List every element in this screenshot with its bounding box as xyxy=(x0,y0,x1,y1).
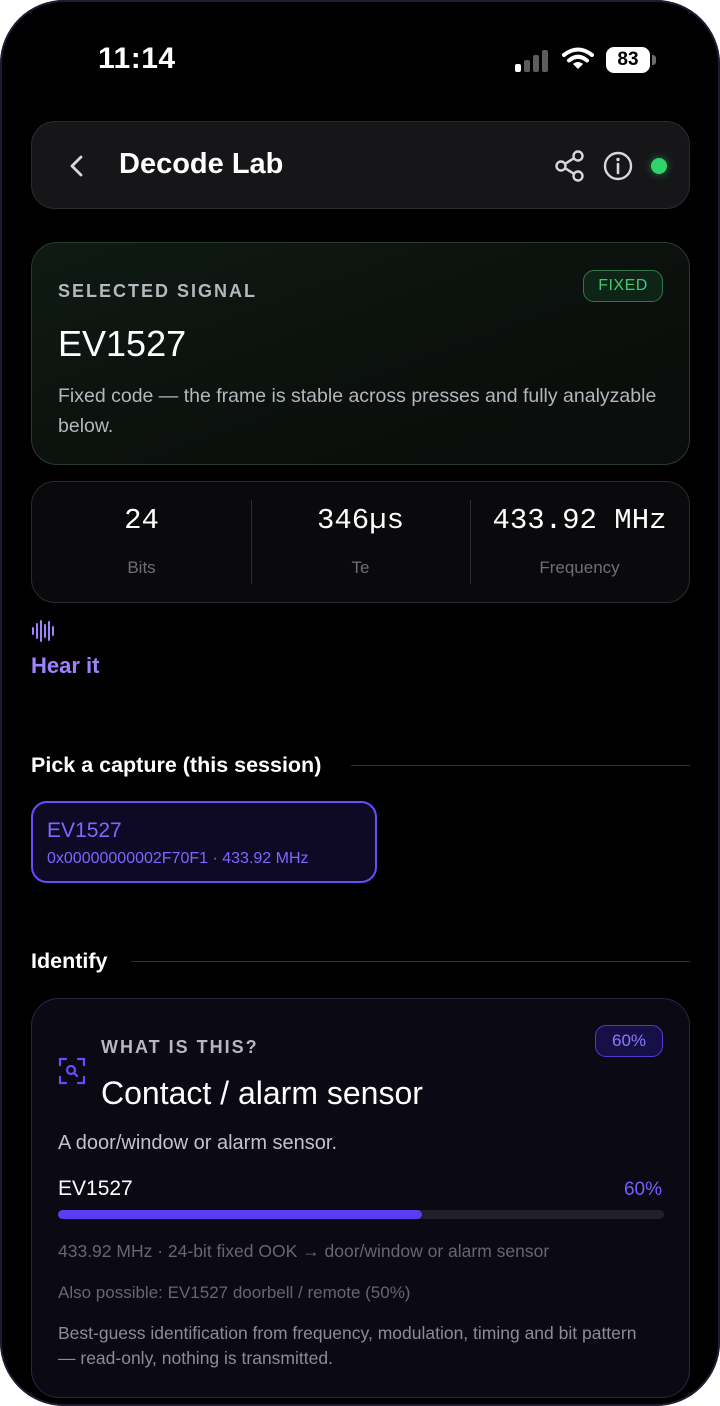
stat-bits: 24 Bits xyxy=(32,482,251,604)
phone-screen: 11:14 83 Decode Lab SELECTED SIGNAL FIXE… xyxy=(0,0,720,1406)
stat-te: 346µs Te xyxy=(251,482,470,604)
device-description: A door/window or alarm sensor. xyxy=(58,1132,338,1154)
status-bar: 11:14 83 xyxy=(0,0,720,110)
scan-search-icon xyxy=(58,1057,86,1085)
selected-signal-card: SELECTED SIGNAL FIXED EV1527 Fixed code … xyxy=(31,242,690,465)
confidence-badge: 60% xyxy=(595,1025,663,1057)
waveform-icon[interactable] xyxy=(31,620,57,642)
capture-name: EV1527 xyxy=(47,819,122,842)
match-percent-label: 60% xyxy=(623,1179,662,1200)
selected-signal-eyebrow: SELECTED SIGNAL xyxy=(58,281,258,301)
stat-frequency: 433.92 MHz Frequency xyxy=(470,482,689,604)
battery-tip xyxy=(652,55,656,65)
capture-meta: 0x00000000002F70F1 · 433.92 MHz xyxy=(47,850,309,867)
signal-name: EV1527 xyxy=(58,323,187,364)
cellular-signal-icon xyxy=(515,50,548,72)
status-time: 11:14 xyxy=(98,42,176,75)
capture-chip[interactable]: EV1527 0x00000000002F70F1 · 433.92 MHz xyxy=(31,801,377,883)
info-icon[interactable] xyxy=(602,150,634,182)
page-title: Decode Lab xyxy=(119,148,284,180)
confidence-progress-fill xyxy=(58,1210,422,1219)
app-header: Decode Lab xyxy=(31,121,690,209)
capture-section-title: Pick a capture (this session) xyxy=(31,753,322,777)
stat-value: 24 xyxy=(124,504,159,537)
share-icon[interactable] xyxy=(552,148,588,184)
identify-eyebrow: WHAT IS THIS? xyxy=(101,1037,259,1057)
section-divider xyxy=(131,961,690,962)
signal-description: Fixed code — the frame is stable across … xyxy=(58,385,657,437)
stat-label: Te xyxy=(351,558,370,577)
confidence-progress-track xyxy=(58,1210,664,1219)
section-divider xyxy=(351,765,690,766)
back-chevron-icon[interactable] xyxy=(62,150,92,182)
signal-type-badge: FIXED xyxy=(583,270,663,302)
also-possible-text: Also possible: EV1527 doorbell / remote … xyxy=(58,1283,411,1302)
device-type-title: Contact / alarm sensor xyxy=(101,1075,423,1111)
hear-it-button[interactable]: Hear it xyxy=(31,653,99,679)
stat-value: 433.92 MHz xyxy=(492,504,667,537)
identification-detail: 433.92 MHz · 24-bit fixed OOK → door/win… xyxy=(58,1241,550,1261)
identify-card: WHAT IS THIS? 60% Contact / alarm sensor… xyxy=(31,998,690,1398)
battery-indicator: 83 xyxy=(606,47,650,73)
stat-label: Bits xyxy=(127,558,156,577)
identify-section-title: Identify xyxy=(31,949,108,973)
match-protocol-label: EV1527 xyxy=(58,1177,133,1200)
wifi-icon xyxy=(562,47,594,69)
stat-value: 346µs xyxy=(316,504,404,537)
connection-status-dot xyxy=(651,158,667,174)
stat-label: Frequency xyxy=(539,558,620,577)
signal-stats-card: 24 Bits 346µs Te 433.92 MHz Frequency xyxy=(31,481,690,603)
identification-note: Best-guess identification from frequency… xyxy=(58,1323,637,1368)
